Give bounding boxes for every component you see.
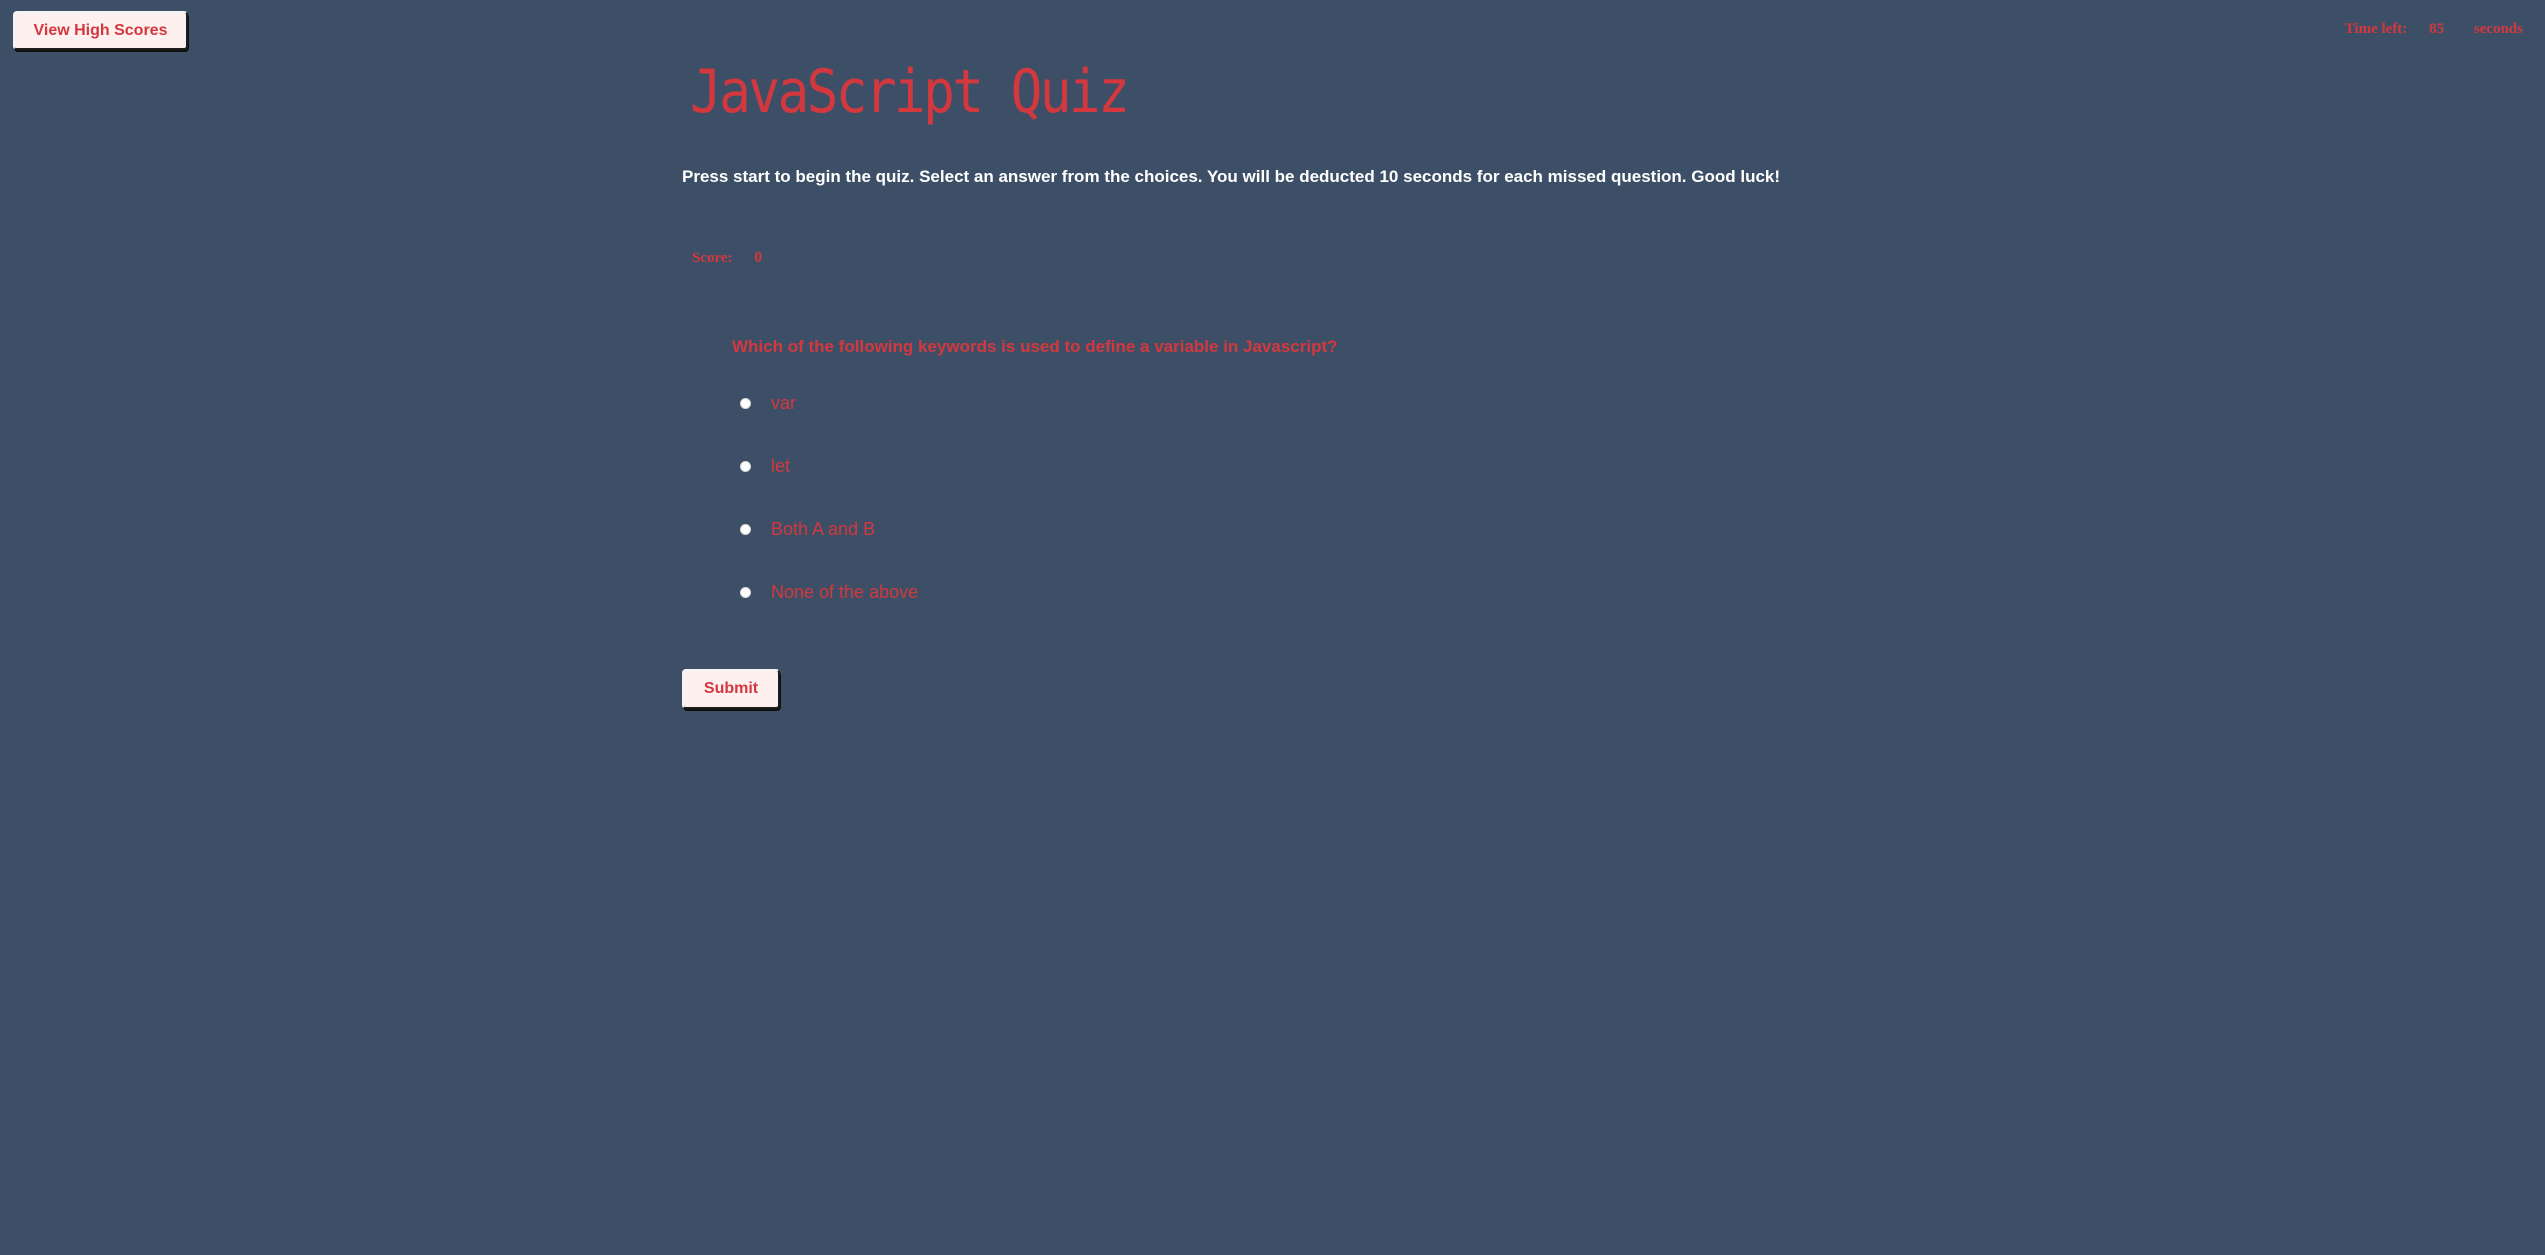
answer-choice-let[interactable]: let [740,453,790,479]
score-display: Score: 0 [692,249,762,267]
timer-unit: seconds [2473,21,2523,37]
submit-button[interactable]: Submit [682,669,780,709]
answer-choice-label: None of the above [771,581,919,602]
radio-button[interactable] [740,586,751,598]
view-high-scores-button[interactable]: View High Scores [13,11,188,50]
timer-value: 85 [2429,21,2445,37]
radio-button[interactable] [740,523,751,535]
quiz-instructions: Press start to begin the quiz. Select an… [682,167,1781,186]
answer-choice-var[interactable]: var [740,390,796,416]
answer-choice-label: var [771,392,797,413]
page-title: JavaScript Quiz [690,57,1130,127]
answer-choice-label: let [771,455,791,476]
answer-choice-both[interactable]: Both A and B [740,516,875,542]
answer-choice-label: Both A and B [771,518,876,539]
timer: Time left: 85 seconds [2345,21,2523,38]
radio-button[interactable] [740,397,751,409]
question-text: Which of the following keywords is used … [732,337,1338,356]
timer-label: Time left: [2344,21,2408,37]
answer-choice-none[interactable]: None of the above [740,579,918,605]
score-value: 0 [754,249,763,266]
score-label: Score: [692,250,733,266]
radio-button[interactable] [740,460,751,472]
